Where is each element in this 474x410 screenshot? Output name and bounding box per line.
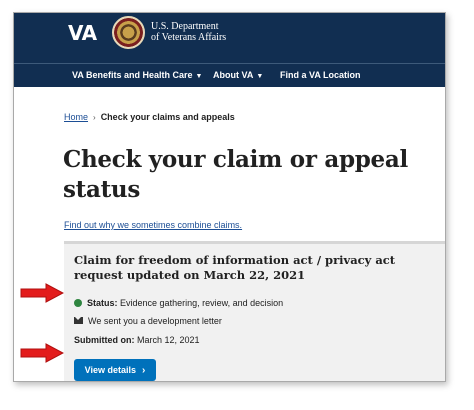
dept-line-2: of Veterans Affairs <box>151 32 227 43</box>
status-dot-icon <box>74 299 82 307</box>
claim-status: Status: Evidence gathering, review, and … <box>74 298 283 308</box>
submitted-value: March 12, 2021 <box>137 335 200 345</box>
envelope-icon <box>74 317 83 324</box>
va-seal-icon <box>112 16 145 49</box>
nav-find-label: Find a VA Location <box>280 70 361 80</box>
chevron-right-icon: › <box>142 364 146 376</box>
dept-line-1: U.S. Department <box>151 21 219 32</box>
submitted-label: Submitted on: <box>74 335 135 345</box>
status-value: Evidence gathering, review, and decision <box>120 298 284 308</box>
nav-find-location[interactable]: Find a VA Location <box>280 70 361 80</box>
view-details-button[interactable]: View details › <box>74 359 156 381</box>
nav-about-va[interactable]: About VA ▼ <box>213 70 263 80</box>
department-name[interactable]: U.S. Department of Veterans Affairs <box>151 21 226 43</box>
claim-card: Claim for freedom of information act / p… <box>64 241 445 381</box>
va-logo[interactable]: VA <box>68 21 97 45</box>
breadcrumb: Home › Check your claims and appeals <box>64 112 235 122</box>
chevron-down-icon: ▼ <box>256 73 264 80</box>
submitted-date: Submitted on: March 12, 2021 <box>74 335 200 345</box>
breadcrumb-separator: › <box>93 113 96 122</box>
nav-benefits-health-care[interactable]: VA Benefits and Health Care ▼ <box>72 70 202 80</box>
nav-benefits-label: VA Benefits and Health Care <box>72 70 193 80</box>
site-header: VA U.S. Department of Veterans Affairs V… <box>14 13 445 87</box>
main-nav: VA Benefits and Health Care ▼ About VA ▼ F… <box>14 63 445 87</box>
red-arrow-icon <box>20 283 64 303</box>
red-arrow-icon <box>20 343 64 363</box>
claim-title: Claim for freedom of information act / p… <box>74 253 396 282</box>
nav-about-label: About VA <box>213 70 254 80</box>
chevron-down-icon: ▼ <box>195 73 203 80</box>
letter-text: We sent you a development letter <box>88 316 222 326</box>
breadcrumb-home[interactable]: Home <box>64 112 88 122</box>
status-label: Status: <box>87 298 118 308</box>
browser-frame: VA U.S. Department of Veterans Affairs V… <box>13 12 446 382</box>
breadcrumb-current: Check your claims and appeals <box>100 112 235 122</box>
page-title: Check your claim or appeal status <box>63 146 408 203</box>
combine-claims-link[interactable]: Find out why we sometimes combine claims… <box>64 220 242 230</box>
development-letter-notice: We sent you a development letter <box>74 316 222 326</box>
view-details-label: View details <box>84 365 136 375</box>
